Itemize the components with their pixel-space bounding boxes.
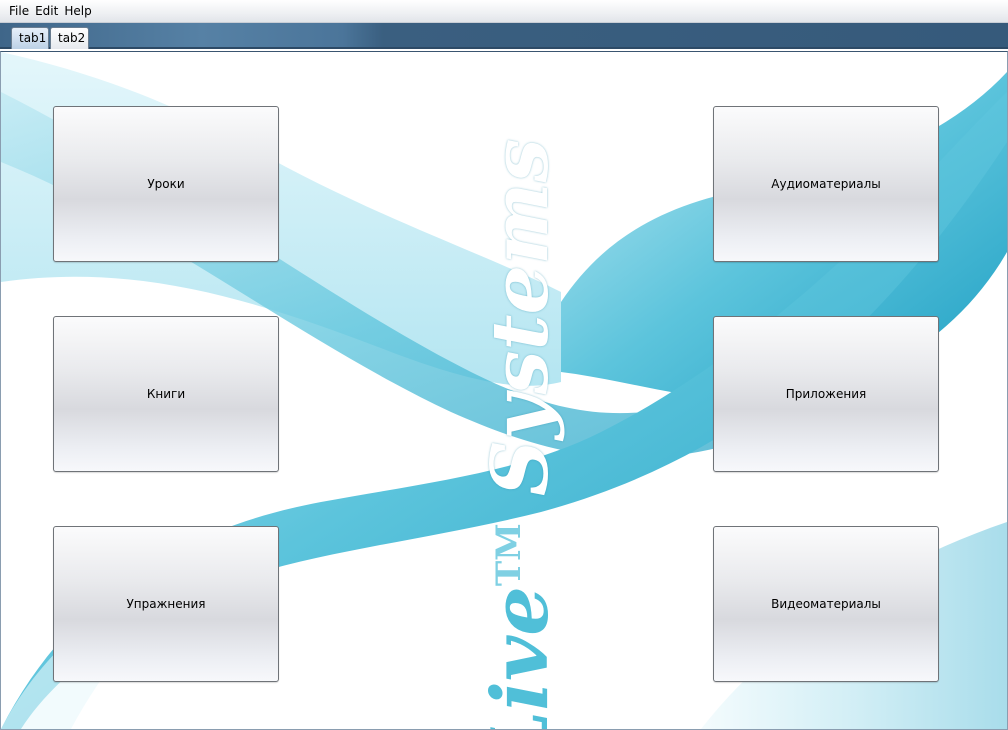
tab-tab2[interactable]: tab2 bbox=[50, 27, 89, 49]
audio-materials-button[interactable]: Аудиоматериалы bbox=[713, 106, 939, 262]
live-systems-logo: LiveTM Systems bbox=[475, 138, 566, 729]
menu-help[interactable]: Help bbox=[61, 4, 94, 18]
lessons-button[interactable]: Уроки bbox=[53, 106, 279, 262]
tab-content: LiveTM Systems Уроки Книги Упражнения Ау… bbox=[0, 51, 1008, 730]
logo-trademark-text: TM bbox=[489, 523, 529, 587]
menu-edit[interactable]: Edit bbox=[32, 4, 61, 18]
applications-button[interactable]: Приложения bbox=[713, 316, 939, 472]
logo-systems-text: Systems bbox=[475, 138, 566, 497]
video-materials-button[interactable]: Видеоматериалы bbox=[713, 526, 939, 682]
logo-live-text: Live bbox=[475, 586, 566, 730]
menu-bar: File Edit Help bbox=[0, 0, 1008, 23]
menu-file[interactable]: File bbox=[6, 4, 32, 18]
tab-tab1[interactable]: tab1 bbox=[11, 27, 49, 49]
books-button[interactable]: Книги bbox=[53, 316, 279, 472]
tab-strip: tab1 tab2 bbox=[0, 23, 1008, 49]
exercises-button[interactable]: Упражнения bbox=[53, 526, 279, 682]
